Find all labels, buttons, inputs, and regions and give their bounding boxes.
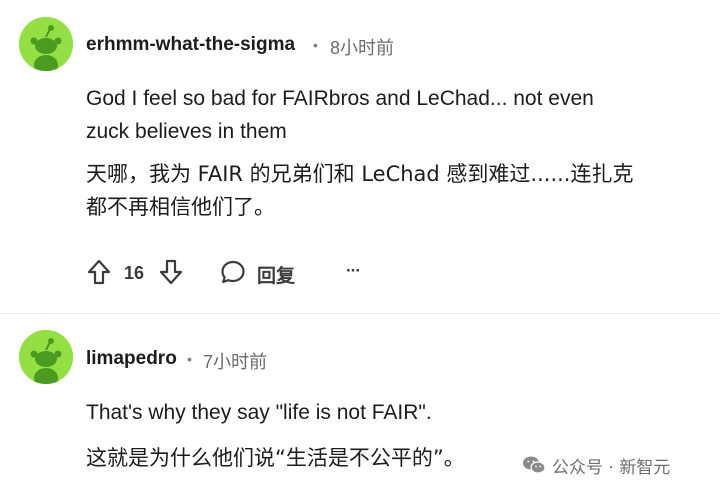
more-dots-icon: ··· — [346, 261, 361, 280]
comment-text-line: 天哪，我为 FAIR 的兄弟们和 LeChad 感到难过......连扎克 — [86, 162, 634, 186]
comment-actions: 16 回复 ··· — [86, 254, 386, 290]
timestamp: 7小时前 — [203, 352, 268, 372]
comment-text-zh: 天哪，我为 FAIR 的兄弟们和 LeChad 感到难过......连扎克 都不… — [86, 158, 686, 224]
snoo-avatar-icon — [19, 330, 73, 384]
wechat-icon — [523, 456, 546, 474]
comment-1: erhmm-what-the-sigma • 8小时前 God I feel s… — [0, 0, 720, 313]
comment-text-line: That's why they say "life is not FAIR". — [86, 401, 432, 424]
comment-text-line: zuck believes in them — [86, 120, 287, 143]
reply-label: 回复 — [257, 265, 296, 287]
username[interactable]: limapedro — [86, 348, 177, 370]
watermark: 公众号 · 新智元 — [522, 452, 670, 478]
watermark-text: 公众号 · 新智元 — [552, 457, 671, 478]
timestamp: 8小时前 — [330, 38, 395, 58]
comment-text-line: 都不再相信他们了。 — [86, 195, 275, 219]
more-options-button[interactable]: ··· — [341, 256, 365, 286]
downvote-button[interactable] — [158, 259, 184, 285]
comment-bubble-icon — [221, 260, 245, 284]
reply-button[interactable]: 回复 — [220, 258, 310, 287]
comment-text-line: God I feel so bad for FAIRbros and LeCha… — [86, 87, 594, 110]
upvote-arrow-icon — [87, 259, 111, 285]
comment-text-en: That's why they say "life is not FAIR". — [86, 396, 686, 429]
vote-count: 16 — [124, 263, 145, 283]
downvote-arrow-icon — [159, 259, 183, 285]
comment-text-en: God I feel so bad for FAIRbros and LeCha… — [86, 82, 686, 148]
avatar[interactable] — [19, 17, 73, 71]
separator-dot: • — [187, 351, 192, 367]
snoo-avatar-icon — [19, 17, 73, 71]
upvote-button[interactable] — [86, 259, 112, 285]
username[interactable]: erhmm-what-the-sigma — [86, 34, 295, 56]
avatar[interactable] — [19, 330, 73, 384]
separator-dot: • — [313, 37, 318, 53]
